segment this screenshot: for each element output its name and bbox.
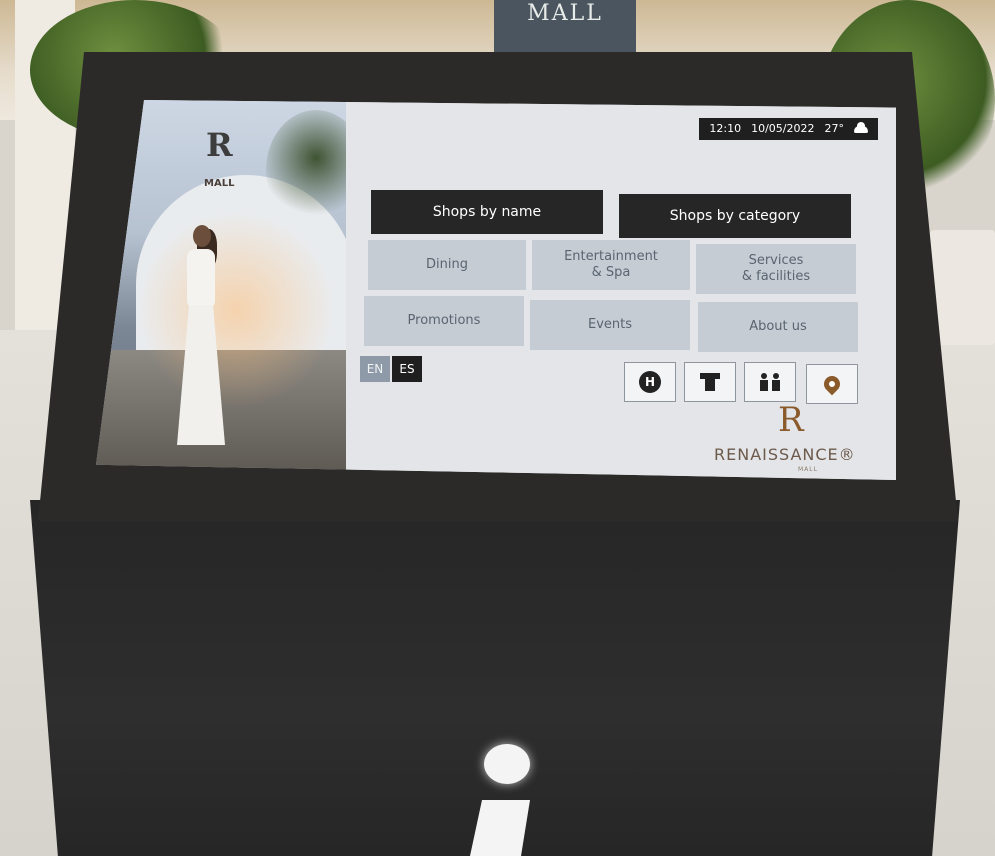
services-facilities-button[interactable]: Services & facilities [696, 244, 856, 294]
restroom-button[interactable] [744, 362, 796, 402]
plant-pot [930, 230, 995, 345]
atm-button[interactable] [684, 362, 736, 402]
hero-glow [136, 210, 336, 410]
atm-icon [700, 373, 720, 391]
status-bar: 12:10 10/05/2022 27° [699, 118, 878, 140]
restroom-icon [760, 373, 780, 391]
status-time: 12:10 [709, 122, 742, 135]
events-button[interactable]: Events [530, 300, 690, 350]
brand-logo-letter: R [778, 400, 804, 440]
promotions-button[interactable]: Promotions [364, 296, 524, 346]
brand-sub: MALL [798, 466, 818, 473]
dining-button[interactable]: Dining [368, 240, 526, 290]
shops-by-category-button[interactable]: Shops by category [619, 194, 851, 238]
hero-logo-letter: R [206, 126, 233, 164]
location-button[interactable] [806, 364, 858, 404]
about-us-button[interactable]: About us [698, 302, 858, 352]
shops-by-name-button[interactable]: Shops by name [371, 190, 603, 234]
hotel-icon: H [639, 371, 661, 393]
brand-name: RENAISSANCE® [714, 445, 856, 464]
cloud-icon [854, 121, 868, 133]
language-es-button[interactable]: ES [392, 356, 422, 382]
status-temperature: 27° [824, 122, 845, 135]
kiosk-screen: R MALL 12:10 10/05/2022 27° Shops by nam… [96, 100, 896, 480]
kiosk-menu: 12:10 10/05/2022 27° Shops by name Shops… [346, 100, 896, 480]
entertainment-spa-button[interactable]: Entertainment & Spa [532, 240, 690, 290]
language-en-button[interactable]: EN [360, 356, 390, 382]
status-date: 10/05/2022 [751, 122, 815, 135]
hotel-button[interactable]: H [624, 362, 676, 402]
hero-model [171, 225, 231, 445]
location-pin-icon [820, 372, 844, 396]
hero-logo-text: MALL [204, 178, 235, 189]
info-logo-icon [484, 744, 530, 784]
